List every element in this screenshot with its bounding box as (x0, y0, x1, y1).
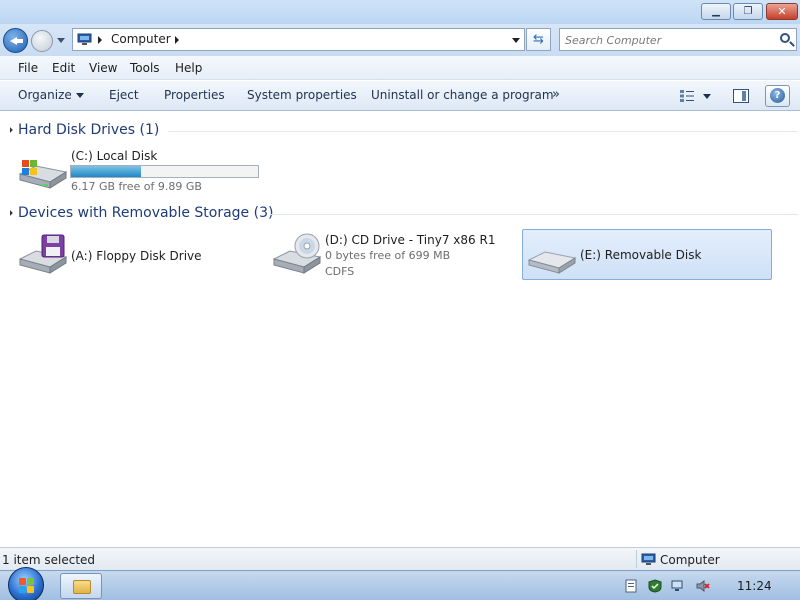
drive-e[interactable]: (E:) Removable Disk (522, 229, 772, 280)
refresh-icon: ⇆ (533, 32, 544, 47)
recent-pages-dropdown[interactable] (57, 38, 65, 43)
system-properties-button[interactable]: System properties (247, 88, 357, 102)
refresh-button[interactable]: ⇆ (526, 28, 551, 51)
search-box[interactable] (559, 28, 797, 51)
computer-icon (641, 553, 656, 565)
more-commands-button[interactable]: » (552, 87, 560, 102)
organize-label: Organize (18, 88, 72, 102)
organize-button[interactable]: Organize (18, 88, 84, 102)
drive-a[interactable]: (A:) Floppy Disk Drive (14, 229, 264, 279)
divider (168, 131, 798, 132)
back-arrow-icon (16, 39, 23, 43)
uninstall-button[interactable]: Uninstall or change a program (371, 88, 554, 102)
start-button[interactable] (8, 567, 44, 600)
drive-name: (C:) Local Disk (71, 149, 158, 163)
preview-pane-icon[interactable] (733, 89, 749, 103)
maximize-button[interactable]: ❐ (733, 3, 763, 20)
floppy-drive-icon (18, 234, 68, 274)
group-header-hard-disks[interactable]: Hard Disk Drives (1) (7, 122, 160, 138)
search-icon[interactable] (780, 33, 790, 43)
selection-count: 1 item selected (2, 553, 96, 567)
status-bar: 1 item selected Computer (0, 547, 800, 570)
free-space: 6.17 GB free of 9.89 GB (71, 180, 202, 193)
back-button[interactable] (3, 28, 28, 53)
folder-icon (73, 580, 91, 594)
computer-icon (77, 33, 92, 45)
minimize-icon: ▁ (712, 6, 720, 17)
windows-logo-icon (27, 586, 34, 593)
address-bar[interactable]: Computer (72, 28, 525, 51)
chevron-down-icon (75, 93, 84, 98)
action-center-icon[interactable] (648, 579, 662, 593)
breadcrumb-separator-icon[interactable] (175, 36, 179, 44)
drive-name: (E:) Removable Disk (580, 248, 702, 262)
windows-logo-icon (19, 578, 26, 585)
breadcrumb-computer[interactable]: Computer (111, 32, 171, 46)
capacity-bar (70, 165, 259, 178)
eject-button[interactable]: Eject (109, 88, 139, 102)
divider (636, 550, 637, 568)
cd-drive-icon (272, 233, 322, 274)
taskbar: 11:24 (0, 567, 800, 600)
group-label: Hard Disk Drives (1) (18, 122, 160, 138)
clock[interactable]: 11:24 (737, 579, 772, 593)
close-icon: ✕ (777, 5, 787, 18)
windows-logo-icon (27, 578, 34, 585)
notes-icon[interactable] (624, 579, 638, 593)
taskbar-explorer-button[interactable] (60, 573, 102, 599)
removable-disk-icon (527, 251, 577, 274)
drive-c[interactable]: (C:) Local Disk 6.17 GB free of 9.89 GB (14, 146, 264, 196)
drive-name: (D:) CD Drive - Tiny7 x86 R1 (325, 233, 496, 247)
change-view-icon[interactable] (679, 89, 695, 103)
forward-button[interactable] (31, 30, 53, 52)
status-location: Computer (660, 553, 720, 567)
minimize-button[interactable]: ▁ (701, 3, 731, 20)
menu-view[interactable]: View (89, 61, 117, 75)
views-dropdown-icon[interactable] (703, 94, 711, 99)
address-dropdown-icon[interactable] (512, 38, 520, 43)
help-button[interactable]: ? (765, 85, 790, 107)
menu-help[interactable]: Help (175, 61, 202, 75)
free-space: 0 bytes free of 699 MB (325, 249, 451, 262)
menu-file[interactable]: File (18, 61, 38, 75)
drive-d[interactable]: (D:) CD Drive - Tiny7 x86 R1 0 bytes fre… (268, 229, 518, 279)
navigation-bar: Computer ⇆ (0, 24, 800, 56)
windows-logo-icon (19, 586, 26, 593)
properties-button[interactable]: Properties (164, 88, 225, 102)
content-pane: Hard Disk Drives (1) (C:) Local Disk 6.1… (0, 112, 800, 546)
file-system: CDFS (325, 265, 355, 278)
divider (270, 214, 798, 215)
search-input[interactable] (565, 32, 765, 48)
restore-icon: ❐ (743, 6, 753, 17)
capacity-fill (71, 166, 142, 177)
collapse-icon (7, 127, 13, 133)
menu-bar: File Edit View Tools Help (0, 56, 800, 80)
collapse-icon (7, 210, 13, 216)
hard-disk-icon (18, 160, 68, 189)
network-icon[interactable] (671, 579, 685, 593)
drive-name: (A:) Floppy Disk Drive (71, 249, 202, 263)
volume-muted-icon[interactable] (696, 579, 710, 593)
menu-edit[interactable]: Edit (52, 61, 75, 75)
group-label: Devices with Removable Storage (3) (18, 205, 274, 221)
title-bar: ▁ ❐ ✕ (0, 0, 800, 24)
help-icon: ? (770, 88, 785, 103)
breadcrumb-separator-icon[interactable] (98, 36, 102, 44)
command-bar: Organize Eject Properties System propert… (0, 81, 800, 111)
menu-tools[interactable]: Tools (130, 61, 160, 75)
close-button[interactable]: ✕ (766, 3, 798, 20)
group-header-removable[interactable]: Devices with Removable Storage (3) (7, 205, 274, 221)
